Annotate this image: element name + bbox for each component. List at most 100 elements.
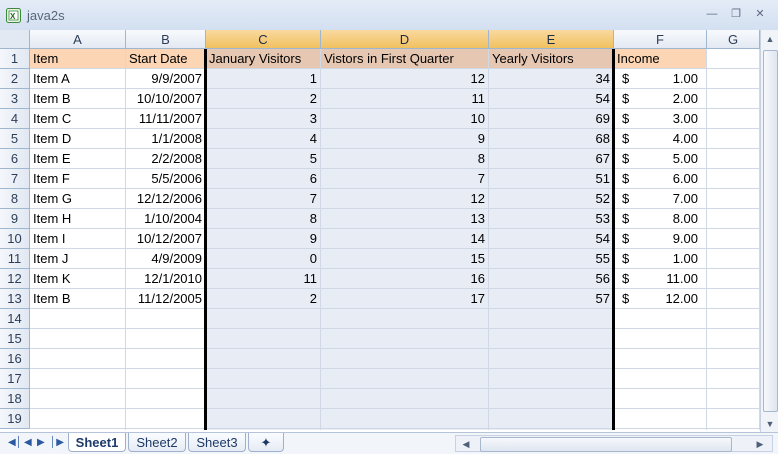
close-button[interactable]: ✕ — [752, 7, 768, 21]
cell-start-date[interactable]: 2/2/2008 — [126, 149, 205, 168]
cell-item[interactable]: Item C — [30, 109, 125, 128]
cell-start-date[interactable]: 12/12/2006 — [126, 189, 205, 208]
currency-symbol: $ — [622, 71, 630, 86]
cell-start-date[interactable]: 11/12/2005 — [126, 289, 205, 308]
cell-item[interactable]: Item B — [30, 89, 125, 108]
next-sheet-icon[interactable]: ▶ — [37, 436, 45, 450]
column-header-c[interactable]: C — [206, 30, 321, 49]
vertical-scrollbar[interactable]: ▲ ▼ — [760, 30, 778, 434]
cell-start-date[interactable]: 4/9/2009 — [126, 249, 205, 268]
cell-income[interactable]: $6.00 — [614, 169, 706, 188]
cell-income[interactable]: $4.00 — [614, 129, 706, 148]
row-header-2[interactable]: 2 — [0, 69, 30, 89]
cell-item[interactable]: Item A — [30, 69, 125, 88]
row-header-12[interactable]: 12 — [0, 269, 30, 289]
insert-sheet-icon[interactable]: ✦ — [248, 433, 284, 452]
row-header-6[interactable]: 6 — [0, 149, 30, 169]
row-header-14[interactable]: 14 — [0, 309, 30, 329]
last-sheet-icon[interactable]: │▶ — [50, 436, 64, 450]
currency-symbol: $ — [622, 291, 630, 306]
cell-start-date[interactable]: 5/5/2006 — [126, 169, 205, 188]
currency-symbol: $ — [622, 191, 630, 206]
tab-sheet3[interactable]: Sheet3 — [188, 433, 246, 452]
row-header-17[interactable]: 17 — [0, 369, 30, 389]
scroll-left-arrow-icon[interactable]: ◀ — [460, 438, 472, 450]
vertical-scroll-thumb[interactable] — [763, 50, 778, 412]
row-header-10[interactable]: 10 — [0, 229, 30, 249]
cell-income[interactable]: $3.00 — [614, 109, 706, 128]
cell-item[interactable]: Item B — [30, 289, 125, 308]
row-header-16[interactable]: 16 — [0, 349, 30, 369]
row-header-5[interactable]: 5 — [0, 129, 30, 149]
cell-start-date[interactable]: 1/10/2004 — [126, 209, 205, 228]
cell-income[interactable]: $2.00 — [614, 89, 706, 108]
column-header-a[interactable]: A — [30, 30, 126, 49]
restore-button[interactable]: ❐ — [728, 7, 744, 21]
scroll-up-arrow-icon[interactable]: ▲ — [764, 33, 776, 45]
column-header-b[interactable]: B — [126, 30, 206, 49]
row-header-18[interactable]: 18 — [0, 389, 30, 409]
row-header-4[interactable]: 4 — [0, 109, 30, 129]
cell-item[interactable]: Item F — [30, 169, 125, 188]
cell-item[interactable]: Item G — [30, 189, 125, 208]
minimize-button[interactable]: — — [704, 7, 720, 21]
cell-start-date[interactable]: 9/9/2007 — [126, 69, 205, 88]
header-cell-a[interactable]: Item — [30, 49, 125, 68]
cell-income[interactable]: $7.00 — [614, 189, 706, 208]
cell-start-date[interactable]: 11/11/2007 — [126, 109, 205, 128]
excel-app-icon[interactable]: X — [6, 8, 21, 23]
cell-income[interactable]: $11.00 — [614, 269, 706, 288]
horizontal-scroll-thumb[interactable] — [480, 437, 732, 452]
scroll-right-arrow-icon[interactable]: ▶ — [754, 438, 766, 450]
currency-symbol: $ — [622, 211, 630, 226]
income-value: 12.00 — [665, 291, 698, 306]
cell-item[interactable]: Item H — [30, 209, 125, 228]
svg-text:X: X — [10, 12, 16, 21]
row-header-19[interactable]: 19 — [0, 409, 30, 429]
currency-symbol: $ — [622, 111, 630, 126]
cell-start-date[interactable]: 1/1/2008 — [126, 129, 205, 148]
header-cell-f[interactable]: Income — [614, 49, 706, 68]
cell-income[interactable]: $1.00 — [614, 249, 706, 268]
tab-sheet2[interactable]: Sheet2 — [128, 433, 186, 452]
cell-income[interactable]: $12.00 — [614, 289, 706, 308]
cell-item[interactable]: Item I — [30, 229, 125, 248]
row-header-13[interactable]: 13 — [0, 289, 30, 309]
cell-start-date[interactable]: 10/12/2007 — [126, 229, 205, 248]
prev-sheet-icon[interactable]: ◀ — [24, 436, 32, 450]
row-header-7[interactable]: 7 — [0, 169, 30, 189]
column-header-f[interactable]: F — [614, 30, 707, 49]
column-header-e[interactable]: E — [489, 30, 614, 49]
cell-income[interactable]: $1.00 — [614, 69, 706, 88]
cell-start-date[interactable]: 12/1/2010 — [126, 269, 205, 288]
tab-sheet1[interactable]: Sheet1 — [68, 433, 126, 452]
spreadsheet-grid[interactable]: A B C D E F G 1 2 3 4 5 6 7 8 9 10 11 12 13 14 15 16 17 18 19 Item… — [0, 30, 760, 430]
column-header-d[interactable]: D — [321, 30, 489, 49]
row-header-3[interactable]: 3 — [0, 89, 30, 109]
first-sheet-icon[interactable]: ◀│ — [8, 436, 22, 450]
income-value: 8.00 — [672, 211, 698, 226]
select-all-corner[interactable] — [0, 30, 30, 49]
currency-symbol: $ — [622, 231, 630, 246]
selected-range-border — [204, 49, 615, 430]
horizontal-scrollbar[interactable]: ◀ ▶ — [455, 435, 773, 452]
row-header-8[interactable]: 8 — [0, 189, 30, 209]
column-header-g[interactable]: G — [707, 30, 760, 49]
row-header-1[interactable]: 1 — [0, 49, 30, 69]
row-header-15[interactable]: 15 — [0, 329, 30, 349]
income-value: 11.00 — [666, 271, 698, 286]
income-value: 1.00 — [672, 251, 698, 266]
cell-item[interactable]: Item E — [30, 149, 125, 168]
income-value: 9.00 — [672, 231, 698, 246]
cell-start-date[interactable]: 10/10/2007 — [126, 89, 205, 108]
header-cell-b[interactable]: Start Date — [126, 49, 205, 68]
row-header-9[interactable]: 9 — [0, 209, 30, 229]
cell-income[interactable]: $9.00 — [614, 229, 706, 248]
cell-item[interactable]: Item J — [30, 249, 125, 268]
cell-item[interactable]: Item K — [30, 269, 125, 288]
row-header-11[interactable]: 11 — [0, 249, 30, 269]
cell-income[interactable]: $5.00 — [614, 149, 706, 168]
cell-item[interactable]: Item D — [30, 129, 125, 148]
scroll-down-arrow-icon[interactable]: ▼ — [764, 418, 776, 430]
cell-income[interactable]: $8.00 — [614, 209, 706, 228]
